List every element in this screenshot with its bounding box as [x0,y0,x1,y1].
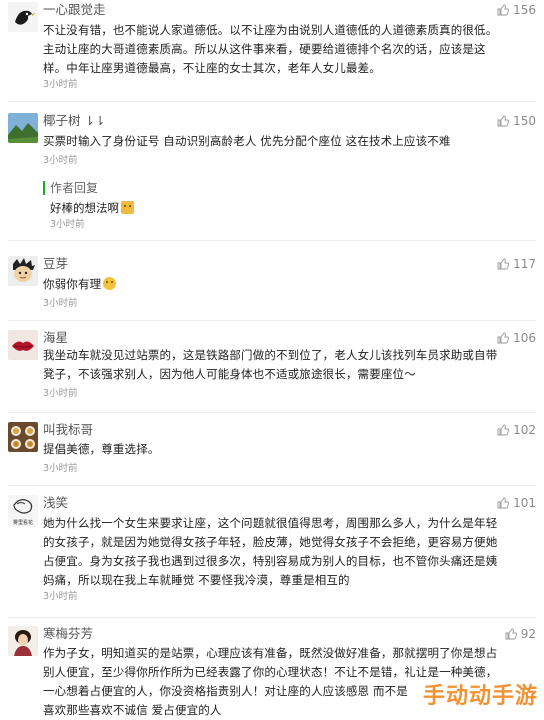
like-button[interactable]: 101 [497,496,536,510]
comment-time: 3小时前 [43,463,78,474]
black-bird-avatar-icon [8,2,38,32]
comment-line: 的女孩子，就是因为她觉得女孩子年轻，脸皮薄，她觉得女孩子不会拒绝，更容易方便她 [43,535,498,549]
avatar[interactable] [8,2,38,32]
like-count: 156 [513,3,536,17]
comment-line: 妈痛，所以现在我上车就睡觉 不要怪我冷漠，尊重是相互的 [43,573,350,587]
like-count: 117 [513,257,536,271]
comment-author[interactable]: 浅笑 [43,495,68,511]
comment-author[interactable]: 豆芽 [43,256,68,272]
comment-time: 3小时前 [43,298,78,309]
like-count: 102 [513,423,536,437]
sketch-avatar-icon: 雾里看花 [8,495,38,527]
comment-author[interactable]: 叫我标哥 [43,422,93,438]
comment-line: 样。中年让座男道德最高，不让座的女士其次，老年人女儿最差。 [43,61,381,75]
comment-text: 不让没有错，也不能说人家道德低。以不让座为由说别人道德低的人道德素质真的很低。 … [43,21,522,78]
divider [8,617,536,618]
comment-line: 提倡美德，尊重选择。 [43,442,160,456]
comment-line: 主动让座的大哥道德素质高。所以从这件事来看，硬要给道德排个名次的话，应该是这 [43,42,486,56]
like-button[interactable]: 92 [505,627,536,641]
avatar[interactable] [8,626,38,656]
comment-time: 3小时前 [43,388,78,399]
comment-item: 叫我标哥 102 提倡美德，尊重选择。 3小时前 [0,422,544,480]
comment-text: 买票时输入了身份证号 自动识别高龄老人 优先分配个座位 这在技术上应该不难 [43,132,522,151]
comment-author[interactable]: 椰子树 ⇂⇂ [43,113,105,129]
avatar[interactable] [8,330,38,360]
avatar[interactable] [8,113,38,143]
divider [8,320,536,321]
comment-item: 海星 106 我坐动车就没见过站票的，这是铁路部门做的不到位了，老人女儿该找列车… [0,330,544,410]
comment-line: 作为子女，明知道买的是站票，心理应该有准备，既然没做好准备，那就摆明了你是想占 [43,646,498,660]
thumbs-up-icon [497,424,510,436]
comment-author[interactable]: 海星 [43,330,68,346]
cups-avatar-icon [8,422,38,452]
like-count: 92 [520,627,536,641]
like-button[interactable]: 117 [497,257,536,271]
comment-text: 她为什么找一个女生来要求让座，这个问题就很值得思考，周围那么多人，为什么是年轻 … [43,514,522,590]
comment-time: 3小时前 [43,155,78,166]
reply-text-content: 好棒的想法啊 [50,201,119,215]
comment-text: 我坐动车就没见过站票的，这是铁路部门做的不到位了，老人女儿该找列车员求助或自带 … [43,346,522,384]
mountain-avatar-icon [8,113,38,143]
comment-item: 豆芽 117 你弱你有理 3小时前 [0,256,544,316]
comment-line: 我坐动车就没见过站票的，这是铁路部门做的不到位了，老人女儿该找列车员求助或自带 [43,348,498,362]
thumbs-up-icon [497,115,510,127]
comment-time: 3小时前 [43,591,78,602]
comment-line: 凳子，不该强求别人，因为他人可能身体也不适或旅途很长，需要座位～ [43,367,416,381]
divider [8,240,536,241]
comment-line: 你弱你有理 [43,277,102,291]
comment-text: 你弱你有理 [43,275,522,294]
thumbs-up-icon [497,4,510,16]
lady-avatar-icon [8,626,38,656]
thumbs-up-icon [497,258,510,270]
thumbs-up-icon [497,332,510,344]
comment-line: 买票时输入了身份证号 自动识别高龄老人 优先分配个座位 这在技术上应该不难 [43,134,451,148]
thumbs-up-icon [505,628,517,640]
watermark-logo: 手动动手游 [422,684,538,709]
comment-item: 雾里看花 浅笑 101 她为什么找一个女生来要求让座，这个问题就很值得思考，周围… [0,495,544,615]
like-button[interactable]: 156 [497,3,536,17]
reply-time: 3小时前 [50,219,85,230]
author-reply-tag: 作者回复 [50,181,99,195]
comment-line: 她为什么找一个女生来要求让座，这个问题就很值得思考，周围那么多人，为什么是年轻 [43,516,498,530]
like-button[interactable]: 106 [497,331,536,345]
smile-emoji-icon [103,277,117,290]
comment-time: 3小时前 [43,79,78,90]
thumbs-up-icon [497,497,510,509]
thumbs-up-emoji-icon [121,201,134,214]
cartoon-avatar-icon [8,256,38,286]
avatar[interactable] [8,422,38,452]
comment-author[interactable]: 寒梅芬芳 [43,626,93,642]
avatar[interactable]: 雾里看花 [8,495,38,527]
like-count: 106 [513,331,536,345]
reply-indicator [43,181,45,195]
divider [8,412,536,413]
avatar-caption: 雾里看花 [13,519,33,526]
comment-item: 椰子树 ⇂⇂ 150 买票时输入了身份证号 自动识别高龄老人 优先分配个座位 这… [0,113,544,233]
like-count: 101 [513,496,536,510]
divider [8,485,536,486]
divider [8,101,536,102]
like-button[interactable]: 102 [497,423,536,437]
comment-line: 占便宜。身为女孩子我也遇到过很多次，特别容易成为别人的目标，也不管你头痛还是姨 [43,554,498,568]
like-button[interactable]: 150 [497,114,536,128]
reply-text: 好棒的想法啊 [50,200,134,216]
comment-item: 一心跟觉走 156 不让没有错，也不能说人家道德低。以不让座为由说别人道德低的人… [0,2,544,94]
comment-text: 提倡美德，尊重选择。 [43,440,522,459]
comment-author[interactable]: 一心跟觉走 [43,2,106,18]
like-count: 150 [513,114,536,128]
avatar[interactable] [8,256,38,286]
red-lips-avatar-icon [8,330,38,360]
comment-line: 不让没有错，也不能说人家道德低。以不让座为由说别人道德低的人道德素质真的很低。 [43,23,498,37]
